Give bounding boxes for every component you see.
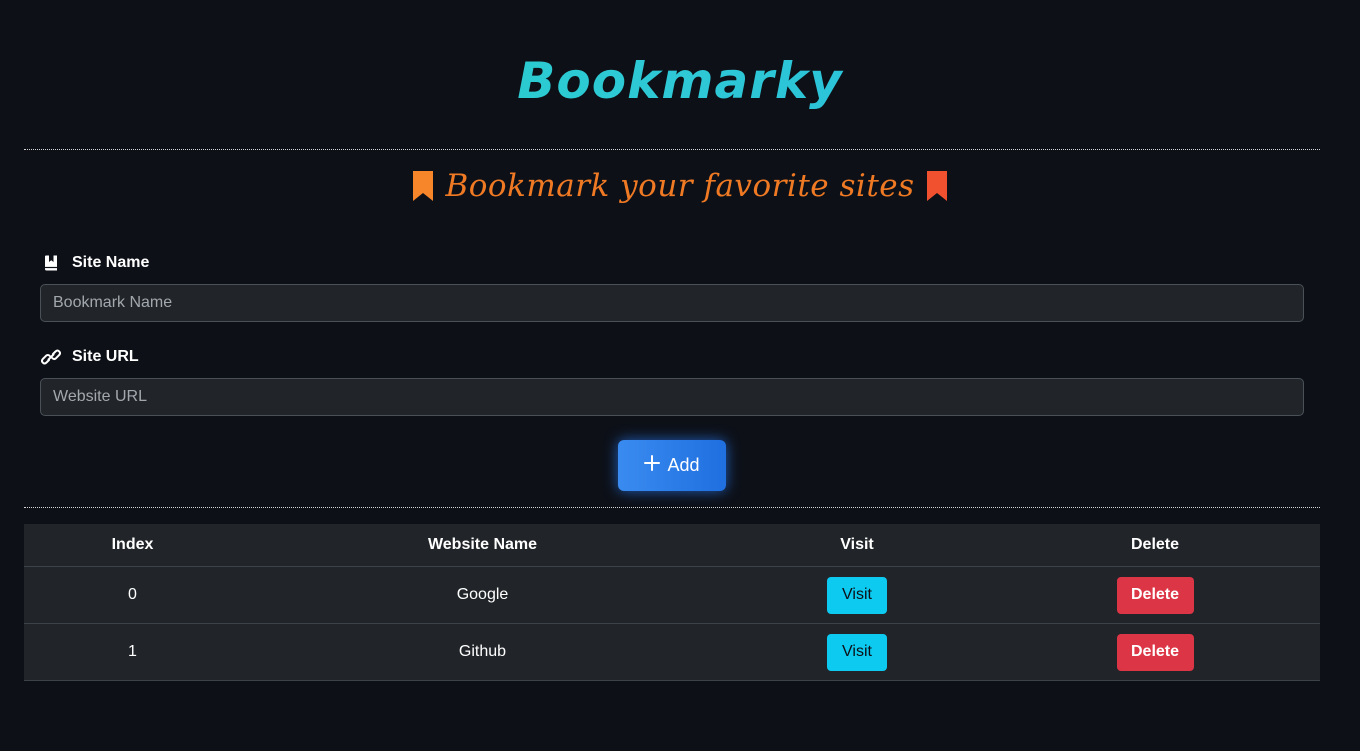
row-website-name: Github xyxy=(241,623,724,681)
site-name-input[interactable] xyxy=(40,284,1304,322)
row-delete-cell: Delete xyxy=(990,623,1320,681)
site-name-label-text: Site Name xyxy=(72,254,150,271)
app-title: Bookmarky xyxy=(0,46,1360,116)
bookmarks-table: Index Website Name Visit Delete 0 Google… xyxy=(24,524,1320,681)
middle-divider xyxy=(24,507,1320,508)
row-delete-cell: Delete xyxy=(990,566,1320,624)
tagline: Bookmark your favorite sites xyxy=(0,164,1360,208)
row-visit-cell: Visit xyxy=(724,623,990,681)
row-index: 1 xyxy=(24,623,241,681)
site-url-label-text: Site URL xyxy=(72,348,139,365)
table-row: 1 Github Visit Delete xyxy=(24,623,1320,681)
tagline-text: Bookmark your favorite sites xyxy=(445,168,915,204)
header-visit: Visit xyxy=(724,524,990,567)
add-bookmark-button[interactable]: Add xyxy=(618,440,726,491)
book-bookmark-icon xyxy=(40,252,62,274)
site-name-label: Site Name xyxy=(40,252,149,274)
visit-button[interactable]: Visit xyxy=(827,576,887,614)
header-website-name: Website Name xyxy=(241,524,724,567)
header-index: Index xyxy=(24,524,241,567)
bookmarky-page: Bookmarky Bookmark your favorite sites S… xyxy=(0,0,1360,751)
visit-button[interactable]: Visit xyxy=(827,633,887,671)
add-button-label: Add xyxy=(667,455,700,475)
row-website-name: Google xyxy=(241,566,724,624)
header-delete: Delete xyxy=(990,524,1320,567)
top-divider xyxy=(24,149,1320,150)
link-icon xyxy=(40,346,62,368)
row-index: 0 xyxy=(24,566,241,624)
site-url-input[interactable] xyxy=(40,378,1304,416)
site-url-label: Site URL xyxy=(40,346,139,368)
table-row: 0 Google Visit Delete xyxy=(24,566,1320,624)
delete-button[interactable]: Delete xyxy=(1116,576,1194,614)
bookmark-ribbon-left-icon xyxy=(411,170,435,202)
delete-button[interactable]: Delete xyxy=(1116,633,1194,671)
bookmark-ribbon-right-icon xyxy=(925,170,949,202)
row-visit-cell: Visit xyxy=(724,566,990,624)
plus-icon xyxy=(644,455,661,476)
table-header-row: Index Website Name Visit Delete xyxy=(24,524,1320,567)
